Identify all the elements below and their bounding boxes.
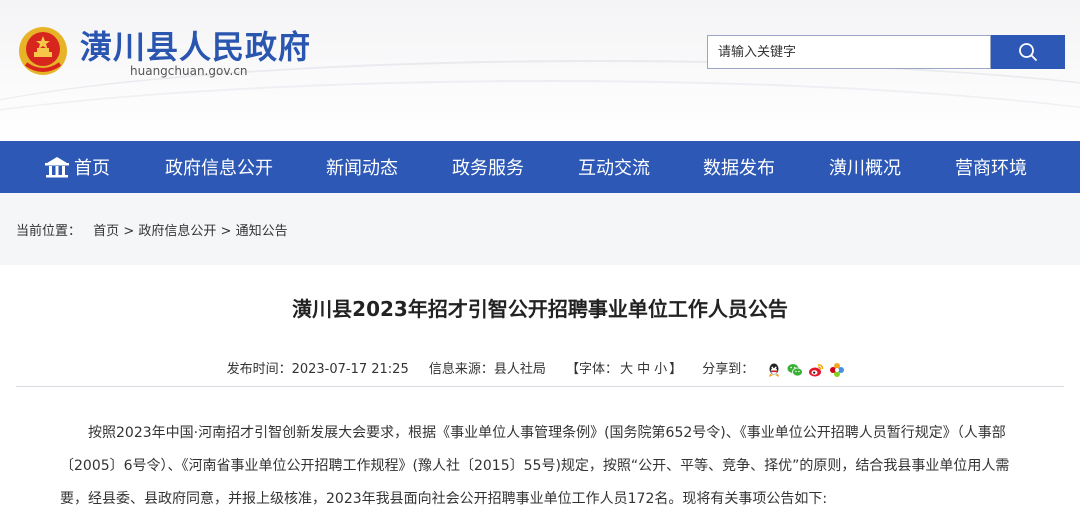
nav-item-label: 首页 (74, 158, 110, 179)
breadcrumb-separator: > (220, 224, 232, 239)
publish-label: 发布时间： (226, 362, 292, 377)
font-large-button[interactable]: 大 (620, 362, 633, 377)
font-medium-button[interactable]: 中 (637, 362, 650, 377)
nav-item-services[interactable]: 政务服务 (452, 141, 524, 193)
breadcrumb-separator: > (123, 224, 135, 239)
nav-item-overview[interactable]: 潢川概况 (829, 141, 901, 193)
share-label: 分享到： (702, 362, 755, 377)
nav-item-label: 营商环境 (955, 158, 1027, 179)
search-input[interactable] (708, 36, 990, 68)
article-meta: 发布时间：2023-07-17 21:25 信息来源：县人社局 【字体：大中小】… (0, 358, 1080, 378)
search-icon (1019, 43, 1037, 61)
font-small-button[interactable]: 小 (654, 362, 667, 377)
site-domain: huangchuan.gov.cn (130, 64, 248, 78)
national-emblem-icon (19, 27, 67, 75)
font-size-control: 【字体：大中小】 (566, 362, 682, 377)
nav-item-label: 潢川概况 (829, 158, 901, 179)
wechat-share-icon[interactable] (787, 362, 804, 378)
more-share-icon[interactable] (829, 362, 845, 378)
main-nav: 首页 政府信息公开 新闻动态 政务服务 互动交流 数据发布 潢川概况 营商环境 (0, 141, 1080, 193)
site-title[interactable]: 潢川县人民政府 (80, 22, 311, 68)
breadcrumb-bar: 当前位置： 首页 > 政府信息公开 > 通知公告 (0, 193, 1080, 265)
nav-item-home[interactable]: 首页 (44, 141, 110, 193)
nav-item-business[interactable]: 营商环境 (955, 141, 1027, 193)
weibo-share-icon[interactable] (808, 362, 824, 378)
meta-divider (16, 386, 1064, 387)
breadcrumb-home-link[interactable]: 首页 (93, 224, 119, 239)
nav-item-label: 政务服务 (452, 158, 524, 179)
source-value: 县人社局 (493, 362, 546, 377)
publish-time: 2023-07-17 21:25 (291, 362, 409, 377)
nav-item-gov-info[interactable]: 政府信息公开 (165, 141, 273, 193)
article-paragraph: 按照2023年中国·河南招才引智创新发展大会要求，根据《事业单位人事管理条例》(… (60, 425, 1010, 507)
article-title: 潢川县2023年招才引智公开招聘事业单位工作人员公告 (292, 297, 788, 321)
breadcrumb-gov-info-link[interactable]: 政府信息公开 (138, 224, 216, 239)
breadcrumb-prefix: 当前位置： (16, 224, 82, 239)
nav-item-label: 数据发布 (703, 158, 775, 179)
font-label-close: 】 (669, 362, 683, 377)
nav-item-label: 政府信息公开 (165, 158, 273, 179)
site-header: 潢川县人民政府 huangchuan.gov.cn (0, 0, 1080, 141)
search-box (707, 35, 991, 69)
breadcrumb-notice-link[interactable]: 通知公告 (236, 224, 288, 239)
publish-info: 发布时间：2023-07-17 21:25 (227, 362, 409, 377)
nav-item-label: 新闻动态 (326, 158, 398, 179)
breadcrumb: 当前位置： 首页 > 政府信息公开 > 通知公告 (16, 220, 288, 239)
nav-item-label: 互动交流 (578, 158, 650, 179)
source-info: 信息来源：县人社局 (429, 362, 546, 377)
search-button[interactable] (991, 35, 1065, 69)
home-icon (45, 157, 69, 178)
qq-share-icon[interactable] (766, 362, 782, 378)
share-section: 分享到： (702, 362, 853, 377)
nav-item-interaction[interactable]: 互动交流 (578, 141, 650, 193)
nav-item-news[interactable]: 新闻动态 (326, 141, 398, 193)
nav-item-data[interactable]: 数据发布 (703, 141, 775, 193)
font-label: 【字体： (566, 362, 619, 377)
source-label: 信息来源： (428, 362, 494, 377)
